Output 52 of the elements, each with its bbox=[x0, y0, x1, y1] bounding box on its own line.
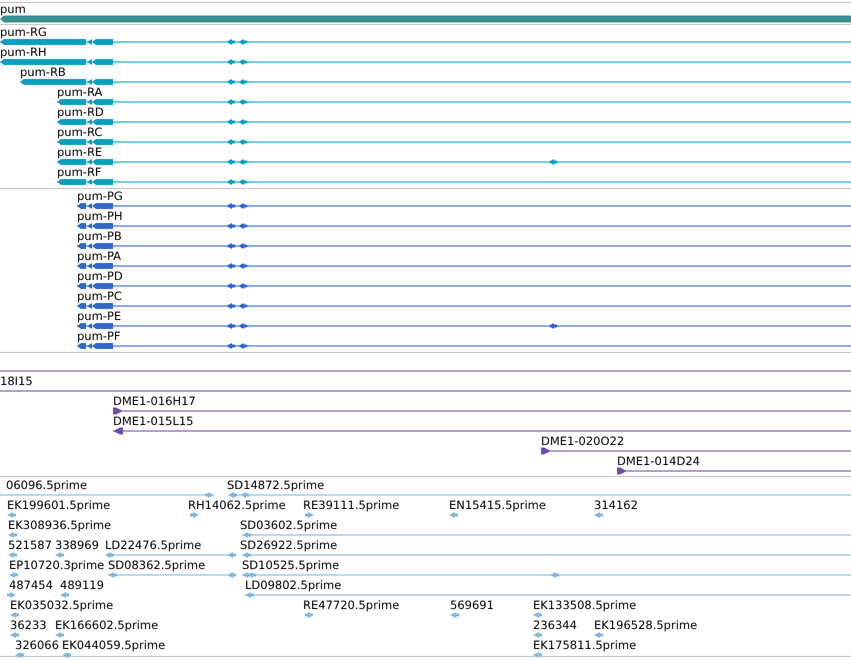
feature-label: SD03602.5prime bbox=[240, 518, 338, 532]
feature-label: pum-PF bbox=[77, 329, 120, 343]
feature-label: DME1-020O22 bbox=[541, 434, 624, 448]
feature-label: EK175811.5prime bbox=[533, 638, 636, 652]
feature-label: 06096.5prime bbox=[6, 478, 88, 492]
feature-label: 569691 bbox=[450, 598, 494, 612]
feature-label: pum bbox=[0, 2, 26, 16]
feature-label: RE39111.5prime bbox=[303, 498, 400, 512]
feature-label: DME1-015L15 bbox=[113, 414, 194, 428]
feature-label: 338969 bbox=[55, 538, 99, 552]
feature-label: 326066 bbox=[15, 638, 59, 652]
feature-label: SD08362.5prime bbox=[108, 558, 206, 572]
feature-label: 236344 bbox=[533, 618, 577, 632]
feature-label: pum-RE bbox=[57, 145, 102, 159]
feature-label: 18I15 bbox=[0, 374, 33, 388]
feature-label: pum-RA bbox=[57, 85, 102, 99]
feature-label: pum-PA bbox=[77, 249, 122, 263]
feature-label: pum-RF bbox=[57, 165, 102, 179]
feature-label: DME1-016H17 bbox=[113, 394, 196, 408]
feature-label: EK308936.5prime bbox=[8, 518, 112, 532]
feature-label: LD22476.5prime bbox=[105, 538, 202, 552]
feature-label: 489119 bbox=[60, 578, 104, 592]
feature-label: pum-PE bbox=[77, 309, 122, 323]
feature-label: pum-RB bbox=[20, 65, 66, 79]
feature-label: RE47720.5prime bbox=[303, 598, 400, 612]
feature-label: pum-PG bbox=[77, 189, 123, 203]
feature-label: EN15415.5prime bbox=[449, 498, 546, 512]
feature-label: LD09802.5prime bbox=[245, 578, 342, 592]
feature-label: DME1-014D24 bbox=[617, 454, 700, 468]
feature-label: 36233 bbox=[10, 618, 47, 632]
feature-label: pum-PD bbox=[77, 269, 123, 283]
feature-label: pum-PC bbox=[77, 289, 122, 303]
feature-label: pum-RC bbox=[57, 125, 102, 139]
feature-label: 314162 bbox=[594, 498, 638, 512]
feature-label: EK035032.5prime bbox=[10, 598, 114, 612]
feature-label: EK199601.5prime bbox=[7, 498, 110, 512]
feature-label: SD14872.5prime bbox=[227, 478, 324, 492]
feature-label: EK044059.5prime bbox=[62, 638, 166, 652]
feature-label: EK166602.5prime bbox=[55, 618, 158, 632]
feature-label: RH14062.5prime bbox=[188, 498, 286, 512]
feature-label: SD10525.5prime bbox=[242, 558, 340, 572]
feature-label: pum-PH bbox=[77, 209, 123, 223]
feature-label: pum-RG bbox=[0, 25, 47, 39]
feature-label: 521587 bbox=[8, 538, 52, 552]
feature-label: EK133508.5prime bbox=[533, 598, 636, 612]
feature-label: pum-RH bbox=[0, 45, 47, 59]
feature-label: SD26922.5prime bbox=[240, 538, 338, 552]
feature-label: pum-PB bbox=[77, 229, 122, 243]
feature-label: EK196528.5prime bbox=[594, 618, 698, 632]
feature-label: pum-RD bbox=[57, 105, 104, 119]
feature-label: 487454 bbox=[9, 578, 53, 592]
feature-label: EP10720.3prime bbox=[9, 558, 104, 572]
